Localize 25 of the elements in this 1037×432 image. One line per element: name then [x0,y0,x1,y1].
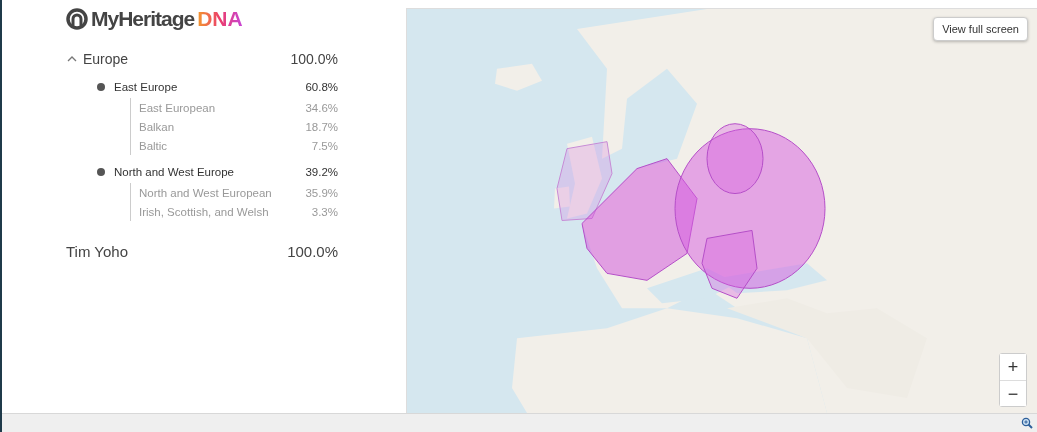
zoom-icon[interactable] [1021,417,1033,429]
region-percent: 100.0% [290,51,338,67]
bullet-icon [97,167,105,176]
subregion-name: North and West Europe [114,165,234,178]
person-name: Tim Yoho [66,242,128,260]
total-percent: 100.0% [287,242,338,260]
ethnicity-name: Irish, Scottish, and Welsh [139,205,269,218]
subregion-percent: 60.8% [305,80,338,93]
full-screen-button[interactable]: View full screen [933,17,1028,41]
subregion-percent: 39.2% [305,165,338,178]
logo-icon [66,8,88,30]
ethnicity-name: Balkan [139,120,175,133]
ethnicity-percent: 7.5% [311,139,338,152]
ethnicity-percent: 18.7% [305,120,338,133]
brand-name: MyHeritage [91,7,195,31]
zoom-out-button[interactable]: − [1000,380,1026,406]
subregion-name: East Europe [114,80,178,93]
ethnicity-name: Baltic [139,139,168,152]
bullet-icon [97,82,105,91]
ethnicity-percent: 34.6% [305,101,338,114]
ethnicity-percent: 35.9% [305,186,338,199]
ethnicity-name: North and West European [139,186,272,199]
ethnicity-percent: 3.3% [311,205,338,218]
ethnicity-name: East European [139,101,216,114]
region-name: Europe [83,51,129,67]
